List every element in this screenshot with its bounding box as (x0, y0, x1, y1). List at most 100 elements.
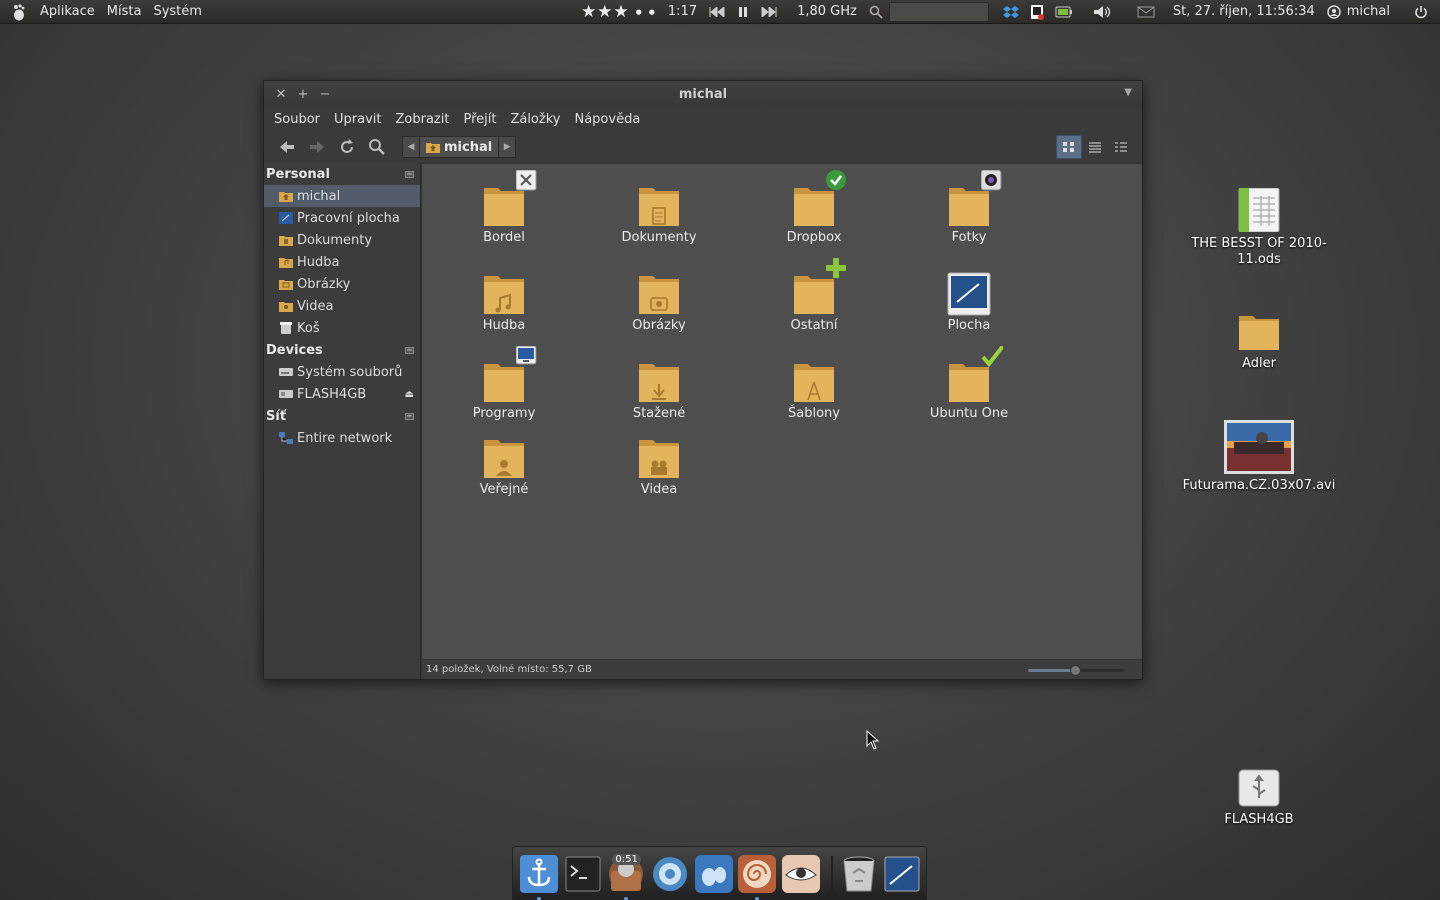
back-icon[interactable] (272, 134, 302, 160)
file-item-label: Veřejné (479, 482, 529, 497)
prev-track-icon[interactable] (703, 0, 731, 23)
nautilus-icon[interactable] (737, 854, 777, 900)
usb-drive-icon (1238, 769, 1280, 807)
eject-icon[interactable]: ⏏ (405, 389, 414, 400)
mouse-cursor-icon (866, 730, 880, 750)
menubar: Soubor Upravit Zobrazit Přejít Záložky N… (264, 107, 1142, 131)
file-item[interactable]: Hudba (434, 272, 574, 333)
cpu-frequency[interactable]: 1,80 GHz (791, 0, 863, 23)
compact-view-icon[interactable] (1108, 135, 1134, 159)
sidebar-item-videa[interactable]: Videa (264, 295, 420, 317)
indicator-icon[interactable] (1025, 0, 1049, 23)
sidebar-item-kos[interactable]: Koš (264, 317, 420, 339)
file-item-label: Hudba (482, 318, 526, 333)
file-item[interactable]: Stažené (589, 360, 729, 421)
zoom-slider-handle[interactable] (1070, 665, 1081, 676)
sidebar-item-hudba[interactable]: Hudba (264, 251, 420, 273)
folder-icon (1239, 316, 1279, 350)
gnome-foot-icon[interactable] (694, 854, 734, 894)
next-track-icon[interactable] (755, 0, 783, 23)
menu-prejit[interactable]: Přejít (457, 112, 502, 127)
reload-icon[interactable] (332, 134, 362, 160)
sidebar-item-michal[interactable]: michal (264, 185, 420, 207)
menu-soubor[interactable]: Soubor (268, 112, 326, 127)
menu-aplikace[interactable]: Aplikace (36, 0, 103, 23)
collapse-icon[interactable]: − (405, 412, 414, 420)
menu-mista[interactable]: Místa (103, 0, 150, 23)
zoom-slider[interactable] (1028, 665, 1124, 676)
folder-icon (637, 272, 681, 316)
breadcrumb[interactable]: michal (420, 136, 499, 158)
file-item[interactable]: Šablony (744, 360, 884, 421)
gnome-foot-icon[interactable] (8, 1, 30, 23)
battery-icon[interactable] (1049, 0, 1079, 23)
breadcrumb-right-arrow-icon[interactable]: ▶ (498, 136, 517, 158)
folder-icon (792, 360, 836, 404)
file-item-label: Bordel (483, 230, 525, 245)
terminal-icon[interactable] (563, 854, 603, 894)
user-icon[interactable] (1321, 0, 1343, 23)
file-item[interactable]: Ostatní (744, 258, 884, 333)
folder-icon (947, 346, 1003, 404)
close-icon[interactable]: ✕ (270, 83, 292, 105)
file-item[interactable]: Obrázky (589, 272, 729, 333)
file-item[interactable]: Dropbox (744, 170, 884, 245)
sidebar-item-flash4gb[interactable]: FLASH4GB ⏏ (264, 383, 420, 405)
file-item[interactable]: Plocha (899, 272, 1039, 333)
menu-system[interactable]: Systém (149, 0, 209, 23)
pause-icon[interactable] (731, 0, 755, 23)
menu-napoveda[interactable]: Nápověda (568, 112, 646, 127)
file-item[interactable]: Ubuntu One (899, 346, 1039, 421)
desktop-item-adler[interactable]: Adler (1189, 308, 1329, 372)
volume-icon[interactable] (1087, 0, 1117, 23)
collapse-icon[interactable]: − (405, 170, 414, 178)
menu-zobrazit[interactable]: Zobrazit (389, 112, 455, 127)
sidebar-item-obrazky[interactable]: Obrázky (264, 273, 420, 295)
file-item[interactable]: Bordel (434, 170, 574, 245)
check-emblem-icon (826, 170, 848, 192)
clock-icon[interactable]: 0:51 (606, 853, 646, 900)
file-item[interactable]: Fotky (899, 170, 1039, 245)
sidebar-section-devices[interactable]: Devices − (264, 339, 420, 361)
search-icon[interactable] (362, 134, 392, 160)
icon-view-icon[interactable] (1056, 135, 1082, 159)
file-item[interactable]: Veřejné (434, 436, 574, 497)
sidebar-item-system-souboru[interactable]: Systém souborů (264, 361, 420, 383)
trash-icon[interactable] (839, 854, 879, 894)
breadcrumb-left-arrow-icon[interactable]: ◀ (402, 136, 420, 158)
file-item[interactable]: Dokumenty (589, 184, 729, 245)
sidebar-item-pracovni-plocha[interactable]: Pracovní plocha (264, 207, 420, 229)
sidebar-section-sit[interactable]: Síť − (264, 405, 420, 427)
list-view-icon[interactable] (1082, 135, 1108, 159)
file-item[interactable]: Videa (589, 436, 729, 497)
mail-icon[interactable] (1131, 0, 1161, 23)
dropbox-icon[interactable] (997, 0, 1025, 23)
user-name[interactable]: michal (1343, 0, 1396, 23)
sidebar-item-dokumenty[interactable]: Dokumenty (264, 229, 420, 251)
panel-search-input[interactable] (888, 1, 989, 22)
network-icon[interactable] (650, 854, 690, 894)
sidebar-item-entire-network[interactable]: Entire network (264, 427, 420, 449)
maximize-icon[interactable]: + (292, 83, 314, 105)
menu-zalozky[interactable]: Záložky (504, 112, 566, 127)
sidebar-section-personal[interactable]: Personal − (264, 163, 420, 185)
menu-upravit[interactable]: Upravit (328, 112, 387, 127)
desktop-item-spreadsheet[interactable]: THE BESST OF 2010-11.ods (1189, 188, 1329, 268)
power-icon[interactable] (1408, 0, 1434, 23)
rating-stars-icon[interactable]: ★★★ ● ● (575, 0, 662, 23)
desktop-item-futurama[interactable]: Futurama.CZ.03x07.avi (1183, 420, 1335, 494)
toolbar: ◀ michal ▶ (264, 131, 1142, 163)
window-menu-arrow-icon[interactable]: ▼ (1124, 87, 1132, 98)
collapse-icon[interactable]: − (405, 346, 414, 354)
forward-icon[interactable] (302, 134, 332, 160)
eye-icon[interactable] (781, 854, 821, 894)
desktop-item-flash4gb[interactable]: FLASH4GB (1189, 768, 1329, 828)
home-folder-icon (278, 189, 293, 203)
anchor-icon[interactable] (519, 854, 559, 900)
folder-icon (482, 272, 526, 316)
panel-clock[interactable]: St, 27. říjen, 11:56:34 (1167, 0, 1321, 23)
file-item[interactable]: Programy (434, 346, 574, 421)
desktop-icon[interactable] (882, 854, 922, 894)
window-titlebar[interactable]: ✕ + − michal ▼ (264, 81, 1142, 107)
minimize-icon[interactable]: − (314, 83, 336, 105)
